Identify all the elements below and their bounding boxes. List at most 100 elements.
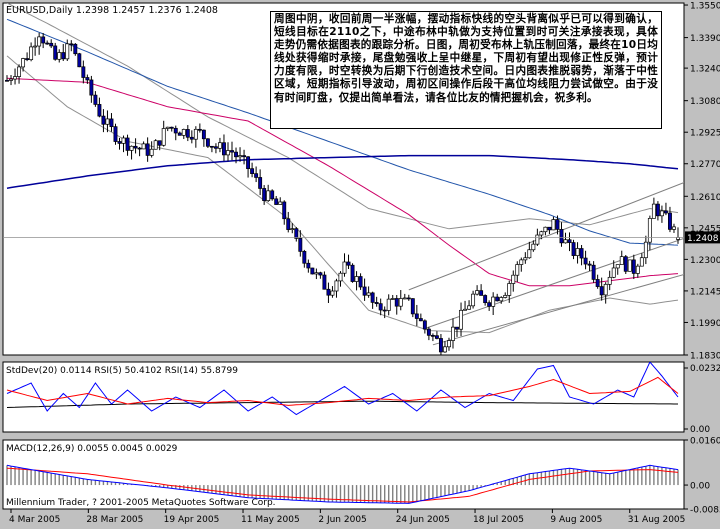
candle-body: [426, 328, 431, 336]
candle-body: [161, 128, 166, 146]
candle-body: [270, 190, 275, 200]
candle-body: [81, 66, 86, 78]
candle-body: [410, 298, 415, 315]
candle-body: [619, 256, 624, 265]
candle-body: [499, 297, 504, 302]
candle-body: [181, 129, 186, 136]
candle-body: [33, 45, 38, 48]
candle-body: [507, 283, 512, 296]
candle-body: [651, 203, 656, 219]
candle-body: [258, 177, 263, 189]
candle-body: [294, 228, 299, 239]
candle-body: [165, 126, 170, 129]
candle-body: [57, 52, 62, 60]
candle-body: [334, 280, 339, 292]
candle-body: [354, 276, 359, 282]
candle-body: [543, 226, 548, 233]
candle-body: [254, 173, 259, 178]
candle-body: [551, 219, 556, 231]
candle-body: [185, 129, 190, 138]
candle-body: [21, 58, 26, 68]
candle-body: [579, 248, 584, 259]
candle-body: [583, 257, 588, 265]
candle-body: [475, 290, 480, 295]
candle-body: [346, 261, 351, 266]
price-axis-label: 1.1990: [690, 319, 720, 329]
candle-body: [430, 334, 435, 337]
candle-body: [298, 238, 303, 252]
candle-body: [61, 52, 66, 60]
candle-body: [362, 286, 367, 296]
terminal-window: 1.2408 1.3550 1.3390 1.3240 1.3080 1.2925 1.27…: [0, 0, 720, 525]
candle-body: [286, 218, 291, 230]
candle-body: [73, 43, 78, 55]
candle-body: [571, 242, 576, 256]
candle-body: [535, 234, 540, 245]
candle-body: [402, 297, 407, 300]
candle-body: [495, 296, 500, 302]
candle-body: [218, 142, 222, 149]
price-axis-label: 1.2610: [690, 193, 720, 203]
candle-body: [531, 243, 536, 251]
candle-body: [137, 147, 142, 150]
candle-body: [45, 42, 50, 45]
price-axis-label: 1.3080: [690, 97, 720, 107]
candle-body: [479, 290, 484, 296]
candle-body: [266, 190, 271, 201]
candle-body: [209, 145, 214, 148]
candle-body: [567, 239, 572, 243]
candle-body: [129, 145, 134, 151]
candle-body: [101, 115, 106, 125]
candle-body: [113, 126, 118, 142]
candle-body: [326, 288, 331, 296]
candle-body: [374, 302, 379, 305]
candle-body: [414, 313, 419, 319]
candle-body: [463, 308, 467, 311]
candle-body: [459, 309, 463, 330]
macd-axis-label: 0.00: [690, 482, 710, 492]
candle-body: [322, 274, 327, 290]
candle-body: [149, 148, 154, 156]
osc-axis-label: 0.0232: [690, 364, 720, 374]
price-axis-label: 1.3390: [690, 34, 720, 44]
candle-body: [97, 104, 102, 117]
osc-axis-label: 0.00: [690, 425, 710, 435]
candle-body: [318, 272, 323, 276]
candle-body: [350, 264, 355, 282]
candle-body: [117, 141, 122, 144]
candle-body: [65, 43, 70, 60]
candle-body: [394, 298, 399, 307]
macd-axis-label: -0.0085: [690, 506, 720, 516]
candle-body: [157, 140, 162, 146]
time-axis-label: 2 Jun 2005: [318, 515, 366, 525]
candle-body: [109, 118, 114, 127]
candle-body: [125, 137, 130, 151]
candle-body: [85, 77, 90, 81]
candle-body: [418, 318, 423, 322]
candle-body: [310, 267, 315, 275]
time-axis-label: 18 Jul 2005: [473, 515, 524, 525]
candle-body: [366, 292, 371, 296]
candle-body: [659, 210, 664, 217]
candle-body: [177, 132, 182, 136]
macd-header: MACD(12,26,9) 0.0055 0.0045 0.0029: [6, 444, 178, 454]
price-axis-label: 1.2145: [690, 287, 720, 297]
price-axis-label: 1.3240: [690, 65, 720, 75]
candle-body: [69, 43, 74, 46]
candle-body: [29, 46, 34, 61]
candle-body: [447, 340, 451, 348]
candle-body: [603, 283, 608, 296]
candle-body: [238, 155, 242, 158]
candle-body: [491, 296, 496, 307]
candle-body: [338, 272, 343, 282]
candle-body: [555, 219, 560, 230]
candle-body: [89, 79, 94, 96]
candle-body: [467, 305, 472, 310]
candle-body: [222, 142, 226, 156]
candle-body: [455, 326, 459, 330]
time-axis-label: 24 Jun 2005: [396, 515, 450, 525]
candle-body: [282, 201, 287, 220]
candle-body: [511, 274, 516, 284]
candle-body: [503, 295, 508, 298]
candle-body: [262, 188, 267, 201]
